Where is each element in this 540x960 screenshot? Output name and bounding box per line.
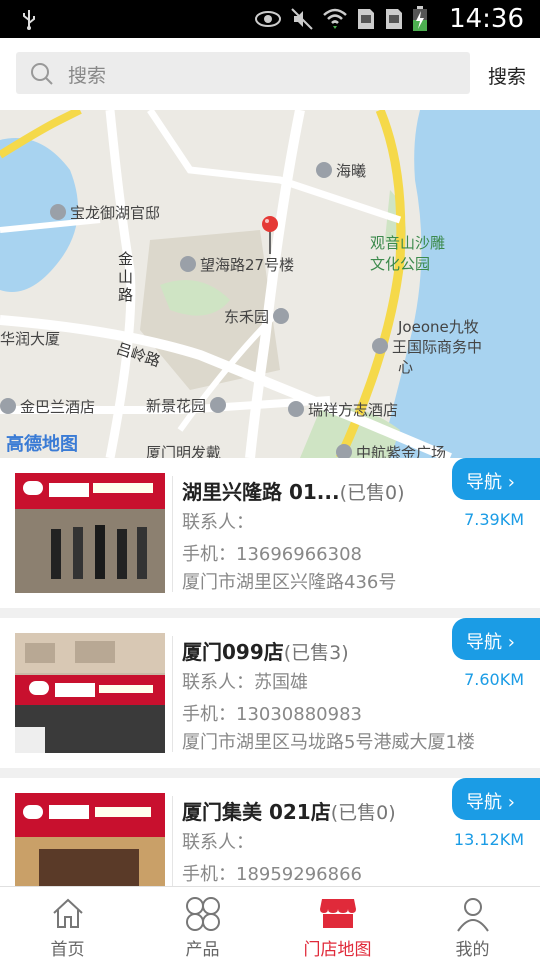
map-label: 瑞祥方志酒店 xyxy=(288,399,398,420)
products-icon xyxy=(185,897,220,931)
bottom-tab-bar: 首页 产品 门店地图 我的 xyxy=(0,886,540,960)
map-label: 望海路27号楼 xyxy=(180,254,294,275)
store-name: 厦门集美 021店(已售0) xyxy=(182,800,396,824)
tab-label: 门店地图 xyxy=(303,940,372,960)
tab-label: 我的 xyxy=(455,940,490,960)
search-button[interactable]: 搜索 xyxy=(488,62,526,89)
store-card[interactable]: 湖里兴隆路 01...(已售0) 联系人： 手机：13696966308 厦门市… xyxy=(0,458,540,608)
chevron-right-icon: › xyxy=(507,472,515,493)
sim2-icon xyxy=(386,9,402,29)
status-time: 14:36 xyxy=(449,4,524,34)
sold-count: (已售0) xyxy=(330,802,396,824)
eye-icon xyxy=(255,11,281,27)
battery-charging-icon xyxy=(413,6,427,31)
card-divider xyxy=(172,796,173,886)
store-distance: 13.12KM xyxy=(453,830,524,849)
store-photo xyxy=(15,633,165,753)
store-phone[interactable]: 手机：18959296866 xyxy=(182,860,362,886)
sold-count: (已售0) xyxy=(339,482,405,504)
tab-store-map[interactable]: 门店地图 xyxy=(270,887,405,960)
amap-logo: 高德地图 xyxy=(6,434,78,455)
store-photo xyxy=(15,473,165,593)
profile-icon xyxy=(456,898,489,932)
map-label: 心 xyxy=(398,358,414,376)
map-label: 海曦 xyxy=(316,160,366,181)
search-input[interactable]: 搜索 xyxy=(16,52,470,94)
poi-icon xyxy=(288,401,304,417)
map-label: 宝龙御湖官邸 xyxy=(50,202,160,223)
chevron-right-icon: › xyxy=(507,792,515,813)
wifi-icon xyxy=(323,8,347,29)
map-label: 王国际商务中 xyxy=(372,336,482,357)
store-contact: 联系人：苏国雄 xyxy=(182,672,308,693)
poi-icon xyxy=(336,444,352,458)
search-placeholder: 搜索 xyxy=(68,65,107,87)
poi-icon xyxy=(372,338,388,354)
store-phone[interactable]: 手机：13696966308 xyxy=(182,540,362,566)
mute-icon xyxy=(291,8,313,30)
map-label: Joeone九牧 xyxy=(398,318,479,336)
map-label: 观音山沙雕 xyxy=(370,234,446,252)
road-label: 金山路 xyxy=(118,250,134,304)
store-name: 湖里兴隆路 01...(已售0) xyxy=(182,480,405,504)
map-label: 东禾园 xyxy=(224,306,293,327)
store-address: 厦门市湖里区兴隆路436号 xyxy=(182,572,397,593)
store-contact: 联系人： xyxy=(182,512,254,533)
store-name: 厦门099店(已售3) xyxy=(182,640,349,664)
poi-icon xyxy=(180,256,196,272)
map-label: 金巴兰酒店 xyxy=(0,396,95,417)
navigate-button[interactable]: 导航 › xyxy=(452,778,540,820)
tab-profile[interactable]: 我的 xyxy=(405,887,540,960)
map-label: 中航紫金广场 xyxy=(336,442,446,458)
card-divider xyxy=(172,476,173,592)
poi-icon xyxy=(50,204,66,220)
search-bar: 搜索 搜索 xyxy=(0,38,540,110)
map-label: 文化公园 xyxy=(370,255,431,273)
tab-home[interactable]: 首页 xyxy=(0,887,135,960)
tab-label: 首页 xyxy=(50,940,85,960)
store-distance: 7.39KM xyxy=(464,510,524,529)
store-photo xyxy=(15,793,165,886)
store-phone[interactable]: 手机：13030880983 xyxy=(182,700,362,726)
store-icon xyxy=(319,899,356,928)
location-pin-icon xyxy=(262,216,278,254)
map-label: 华润大厦 xyxy=(0,330,61,348)
chevron-right-icon: › xyxy=(507,632,515,653)
tab-products[interactable]: 产品 xyxy=(135,887,270,960)
store-card[interactable]: 厦门集美 021店(已售0) 联系人： 手机：18959296866 导航 › … xyxy=(0,778,540,886)
card-divider xyxy=(172,636,173,752)
status-bar: 14:36 xyxy=(0,0,540,38)
search-icon xyxy=(31,63,53,85)
map-label: 厦门明发戴 xyxy=(146,444,222,458)
store-distance: 7.60KM xyxy=(464,670,524,689)
home-icon xyxy=(52,898,83,928)
store-map[interactable]: 海曦 宝龙御湖官邸 观音山沙雕 文化公园 望海路27号楼 金山路 华润大厦 东禾… xyxy=(0,110,540,458)
poi-icon xyxy=(0,398,16,414)
map-label: 新景花园 xyxy=(146,395,230,416)
poi-icon xyxy=(273,308,290,324)
store-address: 厦门市湖里区马垅路5号港威大厦1楼 xyxy=(182,732,475,753)
usb-icon xyxy=(23,10,35,30)
sold-count: (已售3) xyxy=(283,642,349,664)
navigate-button[interactable]: 导航 › xyxy=(452,618,540,660)
store-card[interactable]: 厦门099店(已售3) 联系人：苏国雄 手机：13030880983 厦门市湖里… xyxy=(0,618,540,768)
poi-icon xyxy=(210,397,227,413)
store-list: 湖里兴隆路 01...(已售0) 联系人： 手机：13696966308 厦门市… xyxy=(0,458,540,886)
sim-icon xyxy=(358,9,374,29)
navigate-button[interactable]: 导航 › xyxy=(452,458,540,500)
tab-label: 产品 xyxy=(185,940,220,960)
store-contact: 联系人： xyxy=(182,832,254,853)
poi-icon xyxy=(316,162,332,178)
